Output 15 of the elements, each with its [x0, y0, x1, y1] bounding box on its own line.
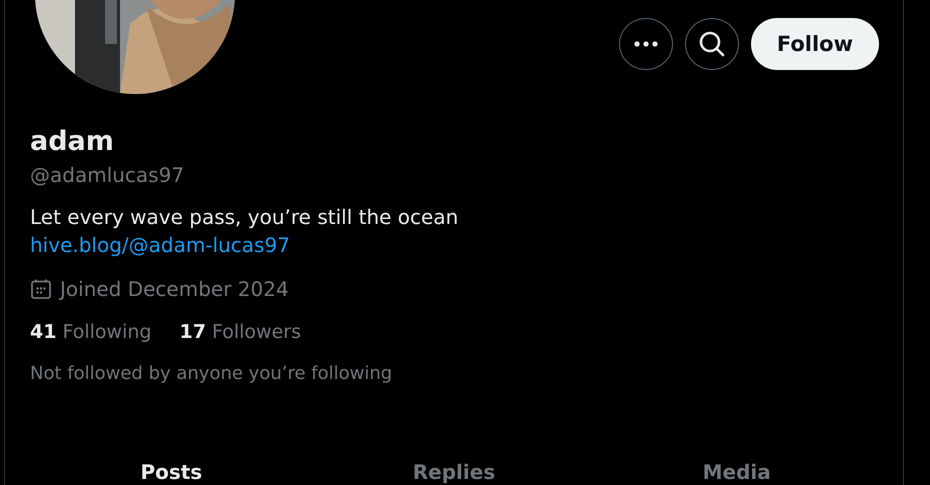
follow-count-link[interactable]: 17 Followers [179, 321, 301, 343]
more-icon [634, 41, 658, 47]
follow-button[interactable]: Follow [750, 18, 879, 70]
joined-date: Joined December 2024 [60, 277, 289, 301]
calendar-icon [30, 278, 52, 300]
profile-tab[interactable]: Posts [30, 460, 313, 485]
profile-bio: Let every wave pass, you’re still the ocean [30, 205, 460, 229]
profile-handle: @adamlucas97 [30, 163, 186, 187]
profile-tab[interactable]: Media [595, 460, 878, 485]
profile-link[interactable]: hive.blog/@adam-lucas97 [30, 233, 290, 257]
followed-by-note: Not followed by anyone you’re following [30, 363, 394, 384]
profile-name: adam [30, 126, 115, 157]
profile-tab[interactable]: Replies [312, 460, 596, 485]
search-icon [698, 30, 726, 58]
follow-count-link[interactable]: 41 Following [30, 321, 152, 343]
